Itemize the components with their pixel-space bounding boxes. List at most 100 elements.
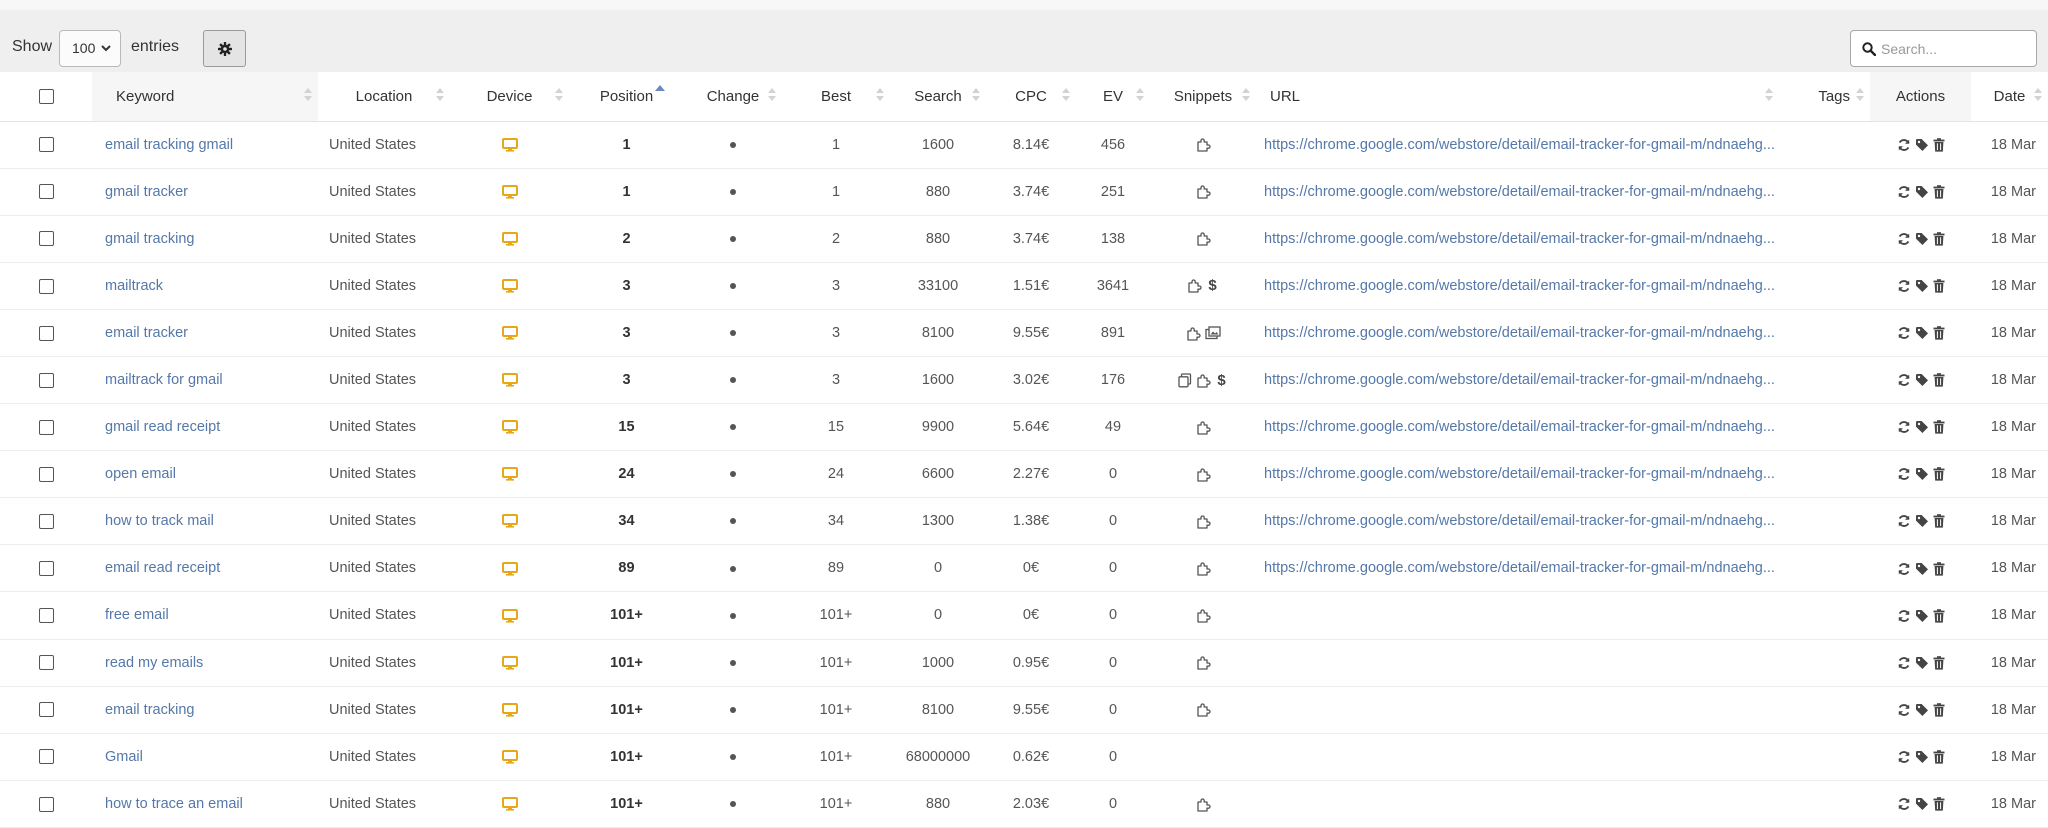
keyword-link[interactable]: email tracker [92, 309, 318, 357]
row-checkbox[interactable] [38, 372, 54, 388]
row-checkbox[interactable] [38, 749, 54, 765]
trash-icon[interactable] [1933, 325, 1945, 341]
row-checkbox[interactable] [38, 513, 54, 529]
trash-icon[interactable] [1933, 372, 1945, 388]
trash-icon[interactable] [1933, 419, 1945, 435]
url-link[interactable]: https://chrome.google.com/webstore/detai… [1256, 450, 1779, 499]
url-link[interactable]: https://chrome.google.com/webstore/detai… [1256, 403, 1779, 452]
row-checkbox[interactable] [38, 655, 54, 671]
row-checkbox[interactable] [38, 608, 54, 624]
tag-icon[interactable] [1915, 231, 1929, 247]
refresh-icon[interactable] [1897, 702, 1911, 718]
trash-icon[interactable] [1933, 184, 1945, 200]
keyword-link[interactable]: how to track mail [92, 497, 318, 546]
url-link[interactable]: https://chrome.google.com/webstore/detai… [1256, 121, 1779, 169]
trash-icon[interactable] [1933, 137, 1945, 153]
tag-icon[interactable] [1915, 184, 1929, 200]
row-checkbox[interactable] [38, 561, 54, 577]
keyword-link[interactable]: email tracking gmail [92, 121, 318, 169]
header-search[interactable]: Search [890, 72, 986, 122]
url-link[interactable]: https://chrome.google.com/webstore/detai… [1256, 309, 1779, 357]
row-select-cell[interactable] [0, 121, 92, 169]
keyword-link[interactable]: how to trace an email [92, 780, 318, 828]
header-position[interactable]: Position [569, 72, 684, 122]
keyword-link[interactable]: gmail read receipt [92, 403, 318, 452]
keyword-link[interactable]: email tracking [92, 686, 318, 734]
tag-icon[interactable] [1915, 655, 1929, 671]
trash-icon[interactable] [1933, 749, 1945, 765]
entries-select[interactable]: 100 [59, 30, 121, 67]
tag-icon[interactable] [1915, 466, 1929, 482]
trash-icon[interactable] [1933, 466, 1945, 482]
keyword-link[interactable]: mailtrack for gmail [92, 356, 318, 405]
keyword-link[interactable]: read my emails [92, 639, 318, 687]
keyword-link[interactable]: gmail tracking [92, 215, 318, 263]
row-select-cell[interactable] [0, 356, 92, 405]
url-link[interactable] [1256, 639, 1779, 687]
keyword-link[interactable]: email read receipt [92, 544, 318, 593]
row-select-cell[interactable] [0, 497, 92, 546]
refresh-icon[interactable] [1897, 278, 1911, 294]
header-best[interactable]: Best [782, 72, 890, 122]
url-link[interactable]: https://chrome.google.com/webstore/detai… [1256, 356, 1779, 405]
url-link[interactable] [1256, 591, 1779, 640]
header-location[interactable]: Location [318, 72, 450, 122]
refresh-icon[interactable] [1897, 607, 1911, 623]
refresh-icon[interactable] [1897, 560, 1911, 576]
row-select-cell[interactable] [0, 450, 92, 499]
header-snippets[interactable]: Snippets [1150, 72, 1256, 122]
header-date[interactable]: Date [1971, 72, 2048, 122]
tag-icon[interactable] [1915, 513, 1929, 529]
row-checkbox[interactable] [38, 325, 54, 341]
trash-icon[interactable] [1933, 231, 1945, 247]
search-field[interactable] [1850, 30, 2037, 67]
row-select-cell[interactable] [0, 544, 92, 593]
trash-icon[interactable] [1933, 513, 1945, 529]
refresh-icon[interactable] [1897, 419, 1911, 435]
row-select-cell[interactable] [0, 168, 92, 216]
url-link[interactable]: https://chrome.google.com/webstore/detai… [1256, 497, 1779, 546]
row-checkbox[interactable] [38, 184, 54, 200]
tag-icon[interactable] [1915, 278, 1929, 294]
trash-icon[interactable] [1933, 607, 1945, 623]
url-link[interactable]: https://chrome.google.com/webstore/detai… [1256, 215, 1779, 263]
tag-icon[interactable] [1915, 749, 1929, 765]
refresh-icon[interactable] [1897, 231, 1911, 247]
url-link[interactable] [1256, 733, 1779, 781]
url-link[interactable] [1256, 686, 1779, 734]
row-checkbox[interactable] [38, 702, 54, 718]
row-checkbox[interactable] [38, 466, 54, 482]
trash-icon[interactable] [1933, 796, 1945, 812]
header-keyword[interactable]: Keyword [92, 72, 318, 122]
tag-icon[interactable] [1915, 702, 1929, 718]
refresh-icon[interactable] [1897, 372, 1911, 388]
trash-icon[interactable] [1933, 560, 1945, 576]
trash-icon[interactable] [1933, 278, 1945, 294]
row-select-cell[interactable] [0, 215, 92, 263]
refresh-icon[interactable] [1897, 513, 1911, 529]
trash-icon[interactable] [1933, 655, 1945, 671]
header-device[interactable]: Device [450, 72, 569, 122]
row-select-cell[interactable] [0, 733, 92, 781]
row-checkbox[interactable] [38, 278, 54, 294]
header-change[interactable]: Change [684, 72, 782, 122]
refresh-icon[interactable] [1897, 184, 1911, 200]
tag-icon[interactable] [1915, 325, 1929, 341]
row-checkbox[interactable] [38, 419, 54, 435]
keyword-link[interactable]: mailtrack [92, 262, 318, 310]
trash-icon[interactable] [1933, 702, 1945, 718]
keyword-link[interactable]: open email [92, 450, 318, 499]
row-select-cell[interactable] [0, 686, 92, 734]
row-select-cell[interactable] [0, 309, 92, 357]
refresh-icon[interactable] [1897, 466, 1911, 482]
refresh-icon[interactable] [1897, 655, 1911, 671]
url-link[interactable]: https://chrome.google.com/webstore/detai… [1256, 262, 1779, 310]
tag-icon[interactable] [1915, 607, 1929, 623]
row-checkbox[interactable] [38, 137, 54, 153]
refresh-icon[interactable] [1897, 796, 1911, 812]
header-url[interactable]: URL [1256, 72, 1779, 122]
refresh-icon[interactable] [1897, 325, 1911, 341]
search-input[interactable] [1881, 37, 2031, 61]
url-link[interactable]: https://chrome.google.com/webstore/detai… [1256, 168, 1779, 216]
header-ev[interactable]: EV [1076, 72, 1150, 122]
